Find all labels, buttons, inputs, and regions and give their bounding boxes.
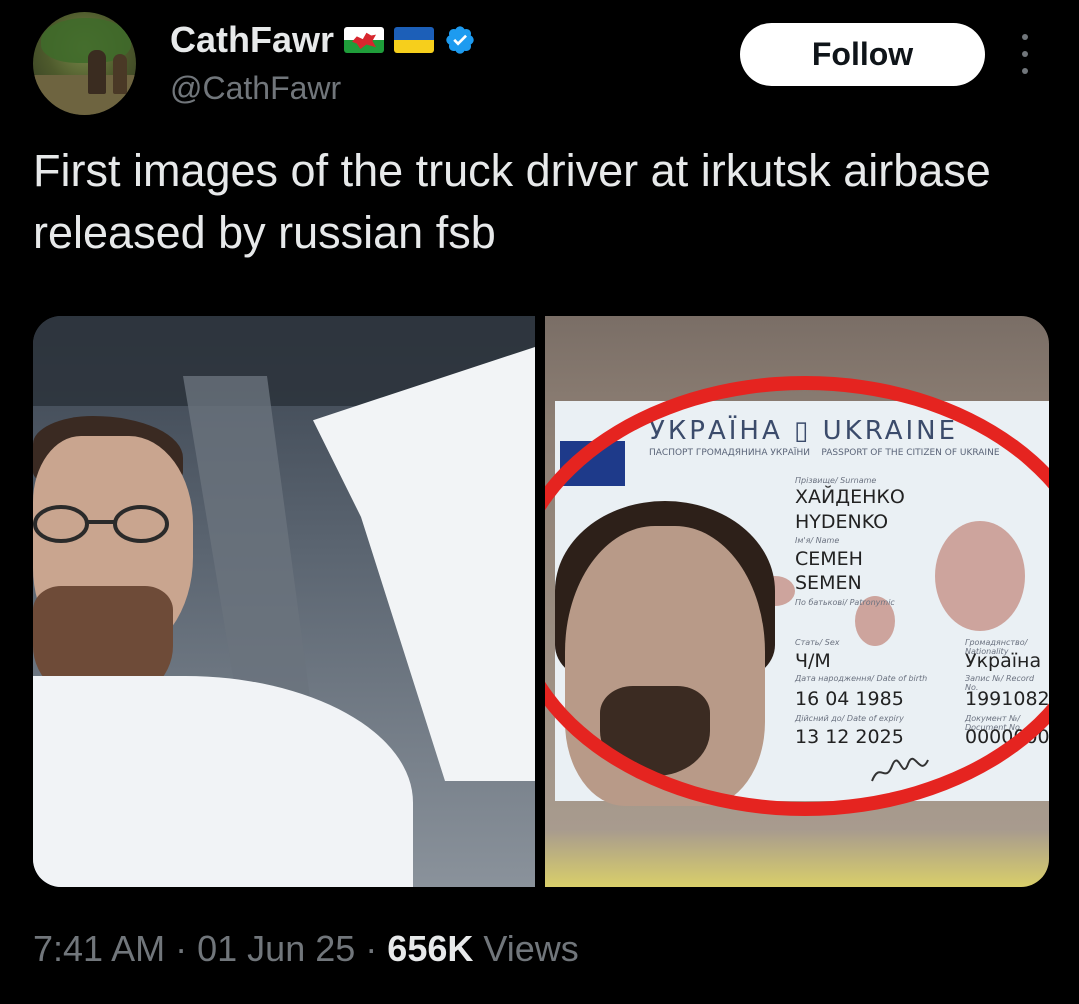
avatar-figure (88, 50, 106, 94)
tweet-media: УКРАЇНА ▯ UKRAINE ПАСПОРТ ГРОМАДЯНИНА УК… (33, 316, 1049, 887)
author-display-name[interactable]: CathFawr (170, 19, 334, 61)
avatar-figure (113, 54, 127, 94)
highlight-ellipse (545, 376, 1049, 816)
media-image-right[interactable]: УКРАЇНА ▯ UKRAINE ПАСПОРТ ГРОМАДЯНИНА УК… (545, 316, 1049, 887)
tweet-meta: 7:41 AM · 01 Jun 25 · 656K Views (33, 928, 579, 970)
wales-flag-icon (344, 27, 385, 53)
follow-button[interactable]: Follow (740, 23, 985, 86)
glasses-icon (33, 505, 169, 543)
meta-separator: · (175, 928, 188, 969)
media-image-left[interactable] (33, 316, 535, 887)
ukraine-flag-icon (394, 27, 435, 53)
tweet-time[interactable]: 7:41 AM (33, 928, 165, 969)
more-vertical-icon[interactable] (1016, 34, 1034, 74)
tweet-date[interactable]: 01 Jun 25 (197, 928, 355, 969)
person-shirt (33, 676, 413, 887)
author-name-row[interactable]: CathFawr (170, 18, 476, 62)
author-avatar[interactable] (33, 12, 136, 115)
views-count[interactable]: 656K (387, 928, 473, 969)
meta-separator: · (365, 928, 378, 969)
verified-badge-icon[interactable] (444, 24, 476, 56)
author-handle[interactable]: @CathFawr (170, 70, 341, 107)
views-label: Views (483, 928, 579, 969)
tweet-text: First images of the truck driver at irku… (33, 145, 991, 258)
